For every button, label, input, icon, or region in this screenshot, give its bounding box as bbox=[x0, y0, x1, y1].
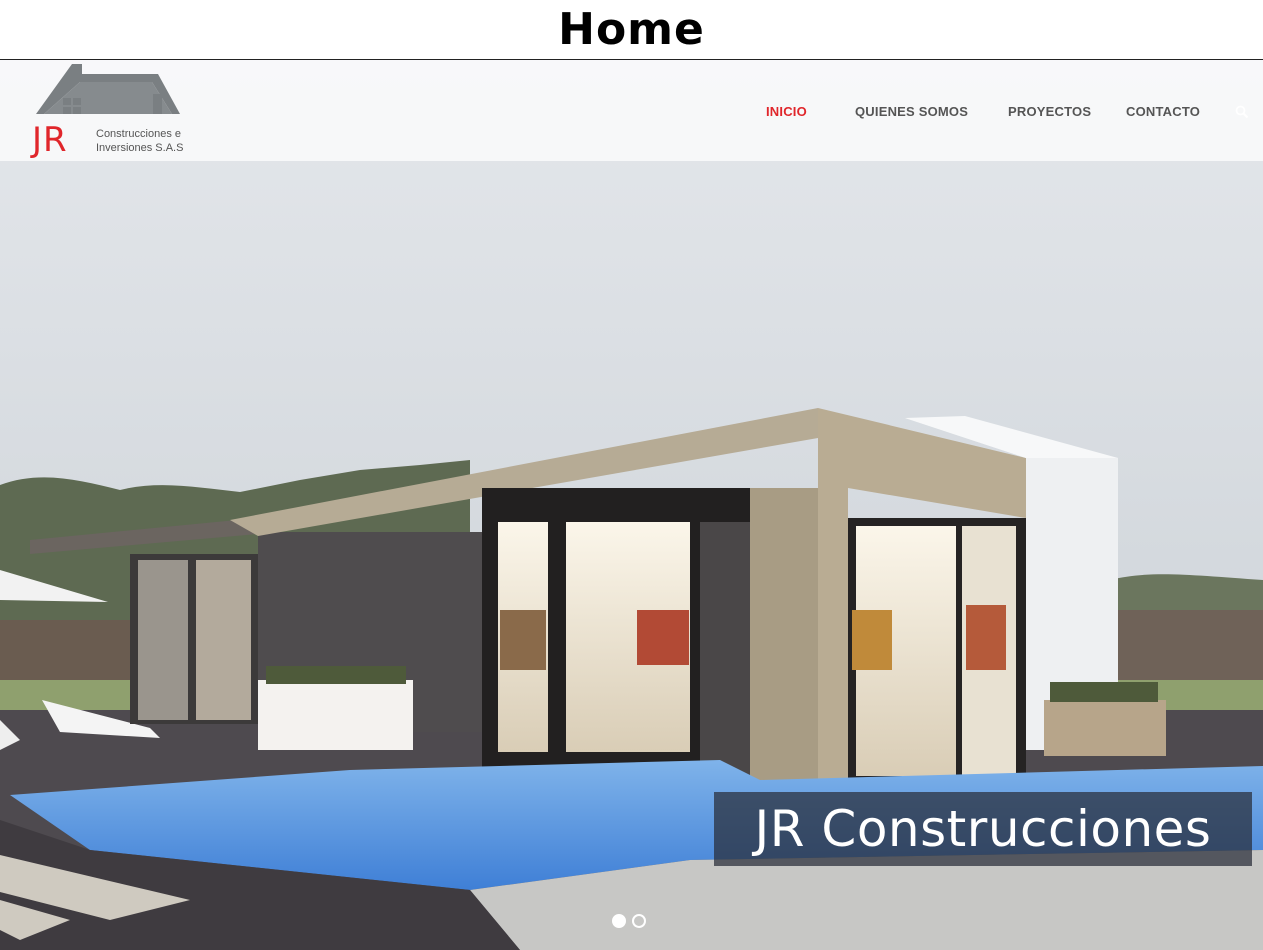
nav-proyectos[interactable]: PROYECTOS bbox=[1008, 104, 1091, 119]
page-header: Home bbox=[0, 0, 1263, 60]
logo-line-2: Inversiones S.A.S bbox=[96, 142, 184, 154]
main-navbar: JR Construcciones e Inversiones S.A.S IN… bbox=[0, 60, 1263, 161]
slide-caption-text: JR Construcciones bbox=[754, 800, 1212, 858]
slide-caption: JR Construcciones bbox=[714, 792, 1252, 866]
logo-company-name: Construcciones e Inversiones S.A.S bbox=[96, 127, 196, 155]
site-logo[interactable]: JR Construcciones e Inversiones S.A.S bbox=[30, 64, 190, 160]
logo-mark: JR bbox=[32, 120, 68, 160]
nav-inicio[interactable]: INICIO bbox=[766, 104, 807, 119]
slide-dot-1[interactable] bbox=[612, 914, 626, 928]
nav-quienes-somos[interactable]: QUIENES SOMOS bbox=[855, 104, 968, 119]
nav-contacto[interactable]: CONTACTO bbox=[1126, 104, 1200, 119]
slide-dot-2[interactable] bbox=[632, 914, 646, 928]
page-title: Home bbox=[558, 4, 705, 55]
hero-slider: JR Construcciones e Inversiones S.A.S IN… bbox=[0, 60, 1263, 950]
slider-pagination bbox=[612, 914, 646, 928]
search-icon[interactable] bbox=[1235, 105, 1249, 119]
logo-line-1: Construcciones e bbox=[96, 128, 181, 140]
